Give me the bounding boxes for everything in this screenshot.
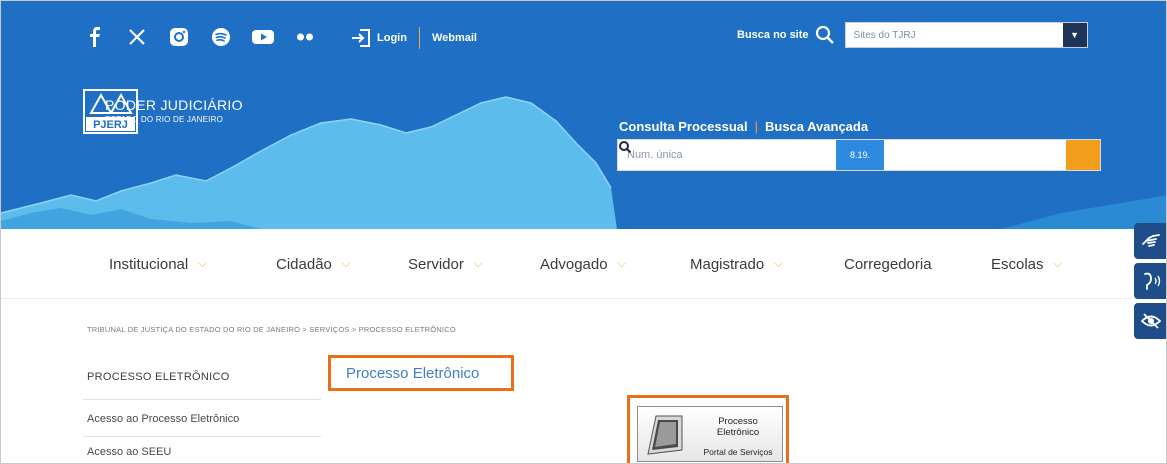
process-number-suffix-input[interactable] xyxy=(884,140,1066,170)
site-search-label: Busca no site xyxy=(737,29,809,41)
search-icon[interactable] xyxy=(815,25,835,45)
chevron-down-icon: ⌵ xyxy=(198,257,207,270)
chevron-down-icon: ⌵ xyxy=(341,257,351,270)
portal-highlight: Processo Eletrônico Portal de Serviços xyxy=(627,395,789,463)
page-title: Processo Eletrônico xyxy=(328,355,514,391)
login-link[interactable]: Login xyxy=(377,32,407,44)
x-icon[interactable] xyxy=(125,25,149,49)
sign-language-button[interactable] xyxy=(1134,223,1166,259)
pjerj-logo-mark: PJERJ xyxy=(83,89,138,134)
facebook-icon[interactable] xyxy=(83,25,107,49)
portal-line-2: Eletrônico xyxy=(716,427,760,438)
nav-item-advogado[interactable]: Advogado ⌵ xyxy=(540,229,626,299)
document-icon xyxy=(647,415,683,455)
social-links xyxy=(83,25,317,49)
flickr-icon[interactable] xyxy=(293,25,317,49)
portal-servicos-button[interactable]: Processo Eletrônico Portal de Serviços xyxy=(637,406,783,462)
contrast-toggle-button[interactable] xyxy=(1134,303,1166,339)
sidebar-link-acesso-seeu[interactable]: Acesso ao SEEU xyxy=(87,446,171,458)
main-nav: Institucional ⌵ Cidadão ⌵ Servidor ⌵ Advoga… xyxy=(1,229,1166,299)
webmail-link[interactable]: Webmail xyxy=(432,32,477,44)
audio-icon xyxy=(1144,272,1161,290)
process-search-button[interactable] xyxy=(619,140,1100,170)
site-search: Busca no site Sites do TJRJ ▼ xyxy=(737,22,1088,48)
consulta-processual-link[interactable]: Consulta Processual xyxy=(619,119,748,134)
breadcrumb: TRIBUNAL DE JUSTIÇA DO ESTADO DO RIO DE … xyxy=(87,325,456,334)
browser-frame: PJERJ PODER JUDICIÁRIO ESTADO DO RIO DE … xyxy=(0,0,1167,464)
sites-select[interactable]: Sites do TJRJ ▼ xyxy=(844,22,1088,48)
pjerj-logo[interactable]: PJERJ PODER JUDICIÁRIO ESTADO DO RIO DE … xyxy=(83,89,243,134)
busca-avancada-link[interactable]: Busca Avançada xyxy=(765,119,868,134)
logo-abbrev: PJERJ xyxy=(93,119,128,131)
process-search-form: Num. única 8.19. xyxy=(617,139,1101,171)
nav-item-label: Servidor xyxy=(408,255,464,273)
process-number-input[interactable]: Num. única xyxy=(618,140,836,170)
chevron-down-icon: ⌵ xyxy=(1053,257,1062,270)
login-separator xyxy=(418,27,420,49)
audio-description-button[interactable] xyxy=(1134,263,1166,299)
nav-item-label: Magistrado xyxy=(690,255,765,273)
chevron-down-icon: ⌵ xyxy=(473,257,483,270)
instagram-icon[interactable] xyxy=(167,25,191,49)
nav-item-corregedoria[interactable]: Corregedoria xyxy=(844,229,932,299)
sidebar-divider xyxy=(83,399,321,400)
nav-item-label: Escolas xyxy=(991,255,1044,273)
hero-banner: PJERJ PODER JUDICIÁRIO ESTADO DO RIO DE … xyxy=(1,63,1166,229)
sites-select-value: Sites do TJRJ xyxy=(853,29,916,41)
nav-item-institucional[interactable]: Institucional ⌵ xyxy=(109,229,207,299)
youtube-icon[interactable] xyxy=(251,25,275,49)
nav-item-label: Cidadão xyxy=(276,255,332,273)
portal-subtitle: Portal de Serviços xyxy=(703,447,773,457)
sidebar-divider xyxy=(83,436,321,437)
tribunal-code-tag: 8.19. xyxy=(836,140,884,170)
chevron-down-icon: ⌵ xyxy=(617,257,626,270)
portal-title: Processo Eletrônico xyxy=(696,416,780,438)
nav-item-escolas[interactable]: Escolas ⌵ xyxy=(991,229,1062,299)
spotify-icon[interactable] xyxy=(209,25,233,49)
nav-item-label: Corregedoria xyxy=(844,255,932,273)
nav-item-label: Advogado xyxy=(540,255,608,273)
sidebar-link-acesso-processo[interactable]: Acesso ao Processo Eletrônico xyxy=(87,413,239,425)
nav-item-cidadao[interactable]: Cidadão ⌵ xyxy=(276,229,350,299)
login-webmail-links: Login Webmail xyxy=(351,27,477,49)
login-icon[interactable] xyxy=(351,29,371,47)
nav-item-label: Institucional xyxy=(109,255,189,273)
sign-language-icon xyxy=(1142,234,1160,247)
portal-line-1: Processo xyxy=(718,416,758,427)
link-separator: | xyxy=(754,119,758,134)
eye-slash-icon xyxy=(1140,313,1162,329)
chevron-down-icon: ⌵ xyxy=(774,257,783,270)
page-title-text: Processo Eletrônico xyxy=(346,364,480,382)
top-bar: Login Webmail Busca no site Sites do TJR… xyxy=(1,1,1166,75)
search-icon xyxy=(619,141,632,154)
chevron-down-icon[interactable]: ▼ xyxy=(1062,23,1087,47)
nav-item-servidor[interactable]: Servidor ⌵ xyxy=(408,229,482,299)
sidebar-title: PROCESSO ELETRÔNICO xyxy=(87,371,230,383)
nav-item-magistrado[interactable]: Magistrado ⌵ xyxy=(690,229,783,299)
consulta-links: Consulta Processual | Busca Avançada xyxy=(619,119,868,134)
